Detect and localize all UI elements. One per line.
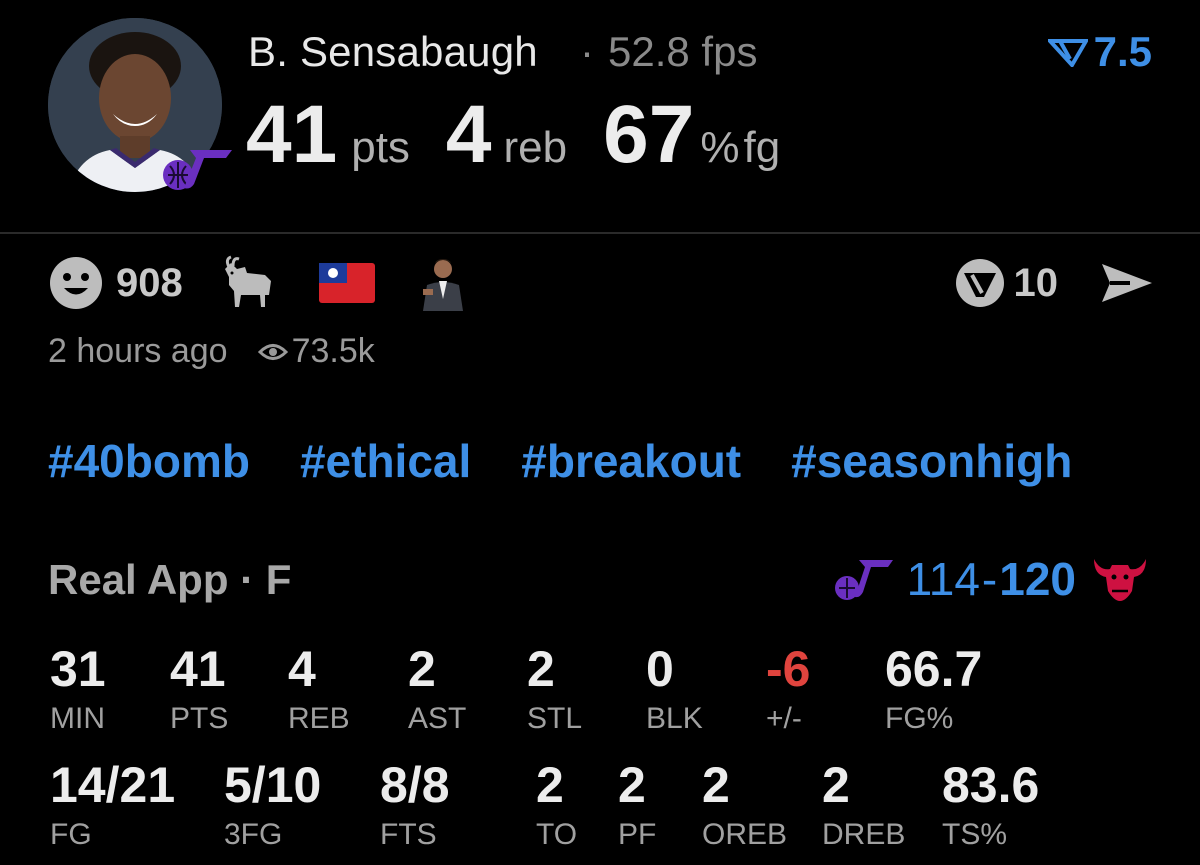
taiwan-flag-icon[interactable] xyxy=(318,263,375,303)
stat-blk: 0 BLK xyxy=(646,644,703,736)
headline-pts-value: 41 xyxy=(246,89,338,180)
smile-icon[interactable] xyxy=(48,255,104,311)
stat-reb: 4 REB xyxy=(288,644,350,736)
player-name[interactable]: B. Sensabaugh xyxy=(248,28,538,76)
stat-fts: 8/8 FTS xyxy=(380,760,450,852)
stat-label: TO xyxy=(536,818,578,851)
stat-label: TS% xyxy=(942,818,1008,851)
headline-fg-unit: fg xyxy=(743,123,781,172)
stat-label: OREB xyxy=(702,818,788,851)
reaction-count: 908 xyxy=(116,260,183,305)
stat-label: +/- xyxy=(766,702,802,735)
stat-label: PF xyxy=(618,818,657,851)
headline-statline: 41 pts 4 reb 67 % fg xyxy=(246,88,780,182)
hashtag[interactable]: #ethical xyxy=(300,434,471,488)
real-rating-icon xyxy=(1047,39,1088,67)
stat-value: 8/8 xyxy=(380,757,450,813)
comment-v-icon[interactable] xyxy=(954,257,1006,309)
share-send-icon[interactable] xyxy=(1100,260,1154,306)
stat-oreb: 2 OREB xyxy=(702,760,787,852)
headline-pts-unit: pts xyxy=(351,123,410,172)
stat-value: 2 xyxy=(822,757,850,813)
home-score: 114 xyxy=(906,553,980,605)
eye-icon xyxy=(257,343,288,360)
reaction-bar: 908 xyxy=(48,255,511,311)
stat-value: 2 xyxy=(618,757,646,813)
stat-value: 14/21 xyxy=(50,757,176,813)
game-score[interactable]: 114 - 120 xyxy=(833,552,1150,606)
fps-value: 52.8 fps xyxy=(608,28,758,75)
stat-label: STL xyxy=(527,702,583,735)
stat-ast: 2 AST xyxy=(408,644,466,736)
game-source: Real App · F xyxy=(48,556,292,603)
post-meta: 2 hours ago 73.5k xyxy=(48,332,375,371)
stat-value: 4 xyxy=(288,641,316,697)
stat-pf: 2 PF xyxy=(618,760,656,852)
hashtag[interactable]: #breakout xyxy=(521,434,741,488)
section-divider xyxy=(0,232,1200,234)
stat-stl: 2 STL xyxy=(527,644,582,736)
stat-plus-minus: -6 +/- xyxy=(766,644,810,736)
stat-label: PTS xyxy=(170,702,229,735)
hashtag[interactable]: #seasonhigh xyxy=(791,434,1072,488)
rating-value: 7.5 xyxy=(1093,28,1152,75)
stat-label: FTS xyxy=(380,818,437,851)
jazz-team-icon xyxy=(834,560,893,600)
stat-label: AST xyxy=(408,702,467,735)
away-score: 120 xyxy=(999,553,1076,605)
hashtag-list: #40bomb #ethical #breakout #seasonhigh xyxy=(48,434,1072,488)
stat-value: -6 xyxy=(766,641,811,697)
stat-label: FG% xyxy=(885,702,954,735)
stat-label: 3FG xyxy=(224,818,283,851)
score-dash: - xyxy=(981,553,998,605)
view-count: 73.5k xyxy=(291,332,375,370)
goat-icon[interactable] xyxy=(219,255,275,311)
stat-dreb: 2 DREB xyxy=(822,760,905,852)
stat-fg: 14/21 FG xyxy=(50,760,175,852)
stat-value: 66.7 xyxy=(885,641,983,697)
stat-pts: 41 PTS xyxy=(170,644,228,736)
hashtag[interactable]: #40bomb xyxy=(48,434,250,488)
headline-fg-pct: % xyxy=(700,123,740,172)
stat-value: 2 xyxy=(702,757,730,813)
stat-label: REB xyxy=(288,702,350,735)
bulls-team-icon xyxy=(1094,559,1146,601)
headline-reb-unit: reb xyxy=(503,123,568,172)
headline-fg-value: 67 xyxy=(603,89,695,180)
stat-value: 2 xyxy=(408,641,436,697)
jazz-team-icon xyxy=(160,142,234,192)
rating-badge[interactable]: 7.5 xyxy=(1047,28,1152,76)
stat-label: DREB xyxy=(822,818,906,851)
post-actions: 10 xyxy=(954,255,1155,311)
stat-to: 2 TO xyxy=(536,760,577,852)
stat-value: 83.6 xyxy=(942,757,1040,813)
stat-label: BLK xyxy=(646,702,703,735)
stat-min: 31 MIN xyxy=(50,644,106,736)
name-separator: · xyxy=(580,28,594,75)
stat-value: 5/10 xyxy=(224,757,322,813)
stat-fg-pct: 66.7 FG% xyxy=(885,644,982,736)
man-in-suit-icon[interactable] xyxy=(419,255,467,311)
stat-value: 41 xyxy=(170,641,226,697)
stat-value: 2 xyxy=(536,757,564,813)
stat-value: 0 xyxy=(646,641,674,697)
post-time: 2 hours ago xyxy=(48,332,228,370)
view-count-group: 73.5k xyxy=(257,332,375,371)
comment-count: 10 xyxy=(1013,260,1059,305)
stat-value: 31 xyxy=(50,641,106,697)
stat-3fg: 5/10 3FG xyxy=(224,760,321,852)
stat-value: 2 xyxy=(527,641,555,697)
headline-reb-value: 4 xyxy=(445,89,492,180)
stat-label: FG xyxy=(50,818,92,851)
stat-label: MIN xyxy=(50,702,105,735)
stat-ts-pct: 83.6 TS% xyxy=(942,760,1039,852)
